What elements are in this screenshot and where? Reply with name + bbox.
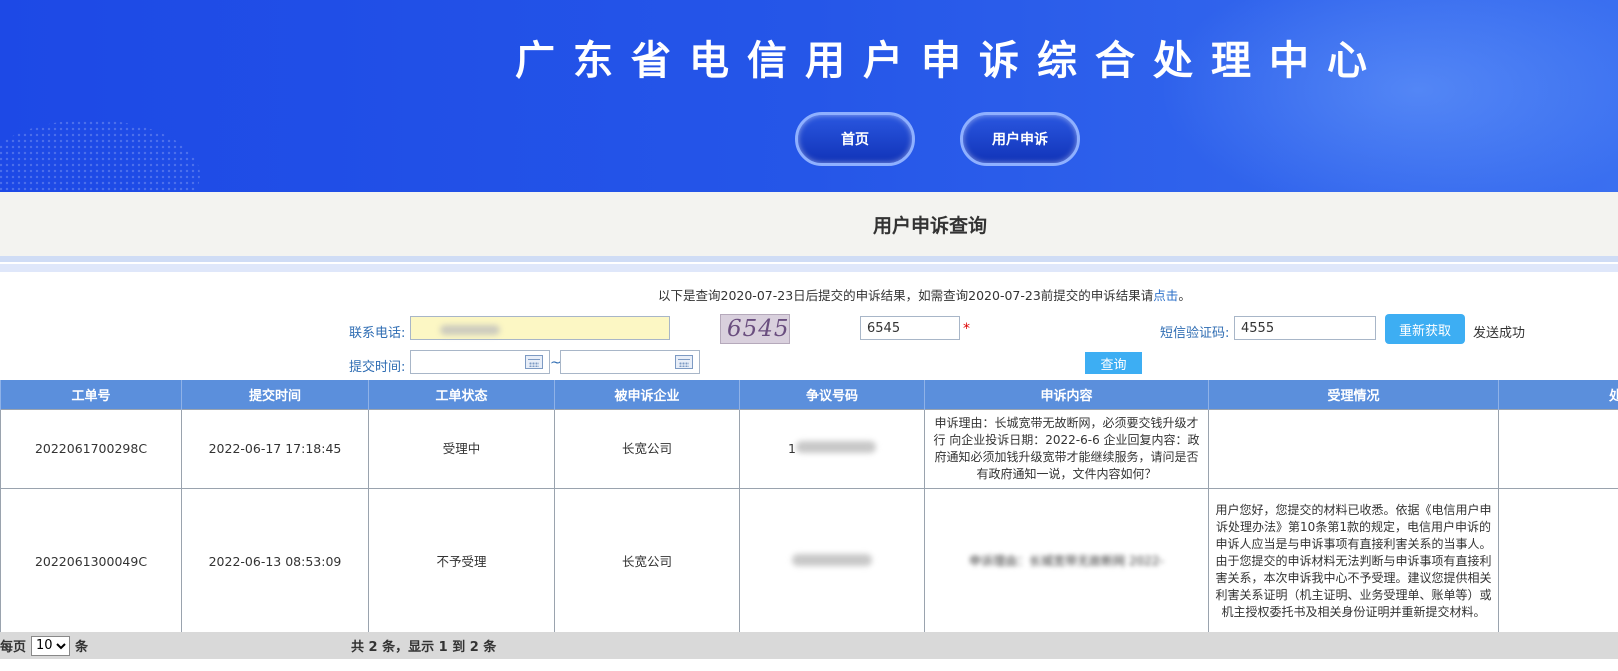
order-no-cell: 2022061300049C	[0, 487, 182, 636]
header-decoration	[0, 120, 200, 192]
column-header: 工单状态	[368, 380, 555, 409]
column-header: 受理情况	[1208, 380, 1499, 409]
results-table: 工单号 提交时间 工单状态 被申诉企业 争议号码 申诉内容 受理情况 处 202…	[0, 380, 1618, 636]
send-status: 发送成功	[1473, 326, 1526, 341]
notice-body: 以下是查询2020-07-23日后提交的申诉结果，如需查询2020-07-23前…	[658, 288, 1154, 303]
company-cell: 长宽公司	[554, 408, 740, 489]
pagination-bar: 每页 10 条 共 2 条，显示 1 到 2 条	[0, 632, 1618, 659]
column-header: 工单号	[0, 380, 182, 409]
site-header: 广东省电信用户申诉综合处理中心 首页 用户申诉	[0, 0, 1618, 192]
submit-time-cell: 2022-06-13 08:53:09	[181, 487, 369, 636]
order-no-cell: 2022061700298C	[0, 408, 182, 489]
number-cell	[739, 487, 925, 636]
submit-time-cell: 2022-06-17 17:18:45	[181, 408, 369, 489]
handling-cell: 用户您好，您提交的材料已收悉。依据《电信用户申诉处理办法》第10条第1款的规定，…	[1208, 487, 1499, 636]
calendar-icon[interactable]	[525, 355, 543, 369]
redacted-phone	[440, 325, 500, 335]
query-button[interactable]: 查询	[1085, 352, 1142, 374]
per-page-select[interactable]: 10	[31, 635, 71, 656]
per-page-unit: 条	[75, 640, 89, 655]
sms-code-label: 短信验证码:	[1160, 326, 1230, 341]
notice-link[interactable]: 点击	[1153, 288, 1178, 303]
number-cell: 1	[739, 408, 925, 489]
status-cell: 不予受理	[368, 487, 555, 636]
nav-home-button[interactable]: 首页	[795, 112, 915, 166]
table-header-row: 工单号 提交时间 工单状态 被申诉企业 争议号码 申诉内容 受理情况 处	[0, 380, 1618, 409]
company-cell: 长宽公司	[554, 487, 740, 636]
column-header: 提交时间	[181, 380, 369, 409]
nav-complaint-button[interactable]: 用户申诉	[960, 112, 1080, 166]
captcha-image[interactable]: 6545	[720, 314, 790, 344]
divider	[0, 256, 1618, 262]
table-row[interactable]: 2022061700298C 2022-06-17 17:18:45 受理中 长…	[0, 408, 1618, 489]
per-page-label: 每页	[0, 640, 27, 655]
captcha-input[interactable]	[860, 316, 960, 340]
calendar-icon[interactable]	[675, 355, 693, 369]
phone-label: 联系电话:	[349, 326, 406, 341]
column-header: 争议号码	[739, 380, 925, 409]
extra-cell	[1498, 487, 1618, 636]
redacted-number	[792, 554, 872, 566]
number-text: 1	[788, 441, 796, 456]
status-cell: 受理中	[368, 408, 555, 489]
redacted-number	[795, 441, 876, 453]
column-header: 申诉内容	[924, 380, 1209, 409]
content-cell: 申诉理由：长城宽带无故断网 2022-	[924, 487, 1209, 636]
table-row[interactable]: 2022061300049C 2022-06-13 08:53:09 不予受理 …	[0, 487, 1618, 636]
result-summary: 共 2 条，显示 1 到 2 条	[351, 640, 497, 655]
notice-tail: 。	[1178, 288, 1191, 303]
notice-text: 以下是查询2020-07-23日后提交的申诉结果，如需查询2020-07-23前…	[658, 285, 1191, 304]
content-cell: 申诉理由：长城宽带无故断网，必须要交钱升级才行 向企业投诉日期：2022-6-6…	[924, 408, 1209, 489]
resend-code-button[interactable]: 重新获取	[1385, 314, 1465, 344]
handling-cell	[1208, 408, 1499, 489]
divider	[0, 264, 1618, 272]
sms-code-input[interactable]	[1234, 316, 1376, 340]
submit-time-label: 提交时间:	[349, 360, 406, 375]
required-mark: *	[963, 321, 970, 337]
section-title: 用户申诉查询	[872, 215, 987, 237]
extra-cell	[1498, 408, 1618, 489]
site-title: 广东省电信用户申诉综合处理中心	[515, 38, 1385, 84]
column-header: 被申诉企业	[554, 380, 740, 409]
section-band: 用户申诉查询	[0, 192, 1618, 256]
column-header: 处	[1498, 380, 1618, 409]
